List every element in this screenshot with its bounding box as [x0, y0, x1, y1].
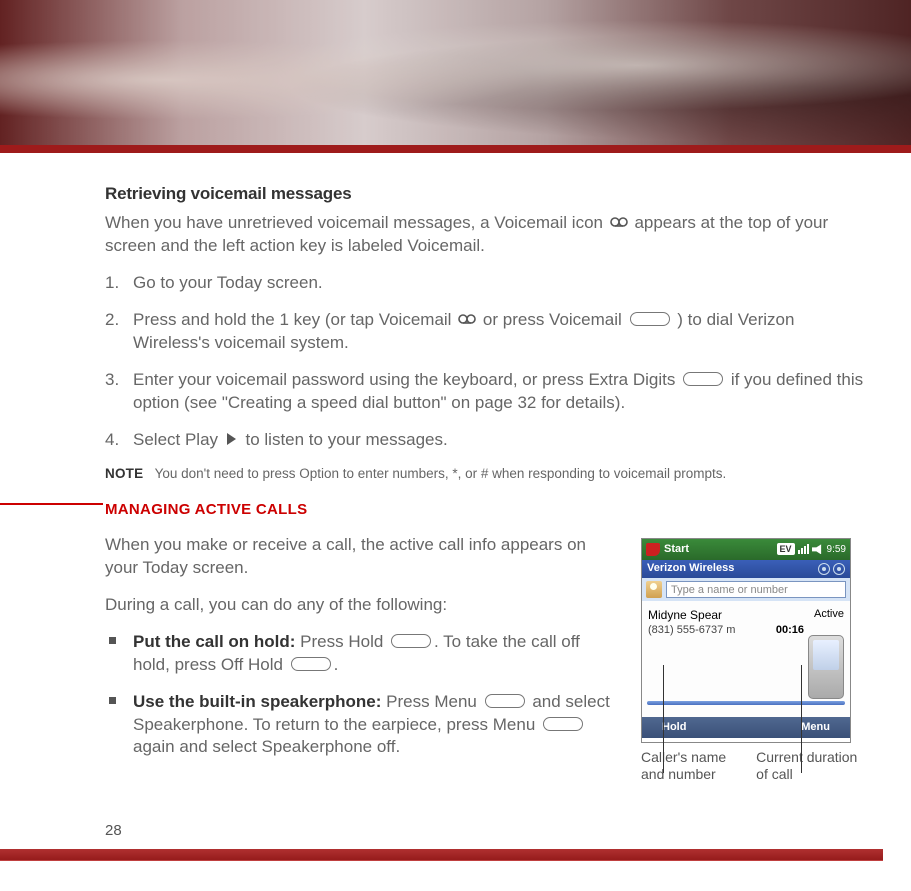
text-column: When you make or receive a call, the act… — [105, 534, 617, 784]
voicemail-icon — [610, 215, 628, 229]
cap1b: and number — [641, 766, 716, 782]
carrier-icon-2 — [833, 563, 845, 575]
softkey-menu[interactable]: Menu — [801, 720, 830, 735]
page-number: 28 — [105, 822, 122, 839]
note-text: You don't need to press Option to enter … — [155, 466, 727, 481]
cap1a: Caller's name — [641, 749, 726, 765]
speaker-icon — [812, 544, 824, 554]
step-2: Press and hold the 1 key (or tap Voicema… — [105, 309, 871, 355]
note: NOTE You don't need to press Option to e… — [105, 465, 871, 483]
step-3: Enter your voicemail password using the … — [105, 369, 871, 415]
p1: When you make or receive a call, the act… — [105, 534, 617, 580]
voicemail-softkey-icon — [630, 312, 670, 326]
b1a: Press Hold — [300, 632, 388, 651]
hold-softkey-icon — [391, 634, 431, 648]
step-2b: or press Voicemail — [483, 310, 627, 329]
bullet-hold-label: Put the call on hold: — [133, 632, 300, 651]
phone-clock: 9:59 — [827, 543, 846, 557]
menu-softkey-icon-2 — [543, 717, 583, 731]
note-label: NOTE — [105, 466, 143, 481]
hero-photo — [0, 0, 911, 145]
bullet-speakerphone: Use the built-in speakerphone: Press Men… — [105, 691, 617, 760]
caller-number: (831) 555-6737 m — [648, 623, 735, 638]
contact-icon — [646, 581, 662, 598]
start-flag-icon — [646, 543, 660, 556]
cap2b: of call — [756, 766, 793, 782]
b1c: . — [334, 655, 339, 674]
figure-captions: Caller's nameand number Current duration… — [641, 749, 871, 784]
call-duration: 00:16 — [776, 623, 804, 638]
section-rule — [0, 503, 103, 505]
two-column: When you make or receive a call, the act… — [105, 534, 871, 784]
bullet-hold: Put the call on hold: Press Hold . To ta… — [105, 631, 617, 677]
play-icon — [225, 432, 239, 446]
steps-list: Go to your Today screen. Press and hold … — [105, 272, 871, 452]
voicemail-tap-icon — [458, 312, 476, 326]
phone-screenshot: Start EV 9:59 Verizon Wireless Type a na… — [641, 538, 851, 743]
b2a: Press Menu — [386, 692, 481, 711]
page-content: Retrieving voicemail messages When you h… — [0, 153, 911, 784]
step-2a: Press and hold the 1 key (or tap Voicema… — [133, 310, 456, 329]
heading-retrieving: Retrieving voicemail messages — [105, 183, 871, 206]
step-4a: Select Play — [133, 430, 223, 449]
phone-input-row: Type a name or number — [642, 578, 850, 601]
step-1-text: Go to your Today screen. — [133, 273, 323, 292]
carrier-label: Verizon Wireless — [647, 561, 734, 576]
call-status: Active — [814, 607, 844, 622]
intro-text-a: When you have unretrieved voicemail mess… — [105, 213, 608, 232]
menu-softkey-icon — [485, 694, 525, 708]
cap2a: Current duration — [756, 749, 857, 765]
callout-line-1 — [663, 665, 664, 773]
carrier-icon-1 — [818, 563, 830, 575]
callout-line-2 — [801, 665, 802, 773]
caption-duration: Current durationof call — [756, 749, 857, 784]
bullet-spk-label: Use the built-in speakerphone: — [133, 692, 386, 711]
progress-bar — [647, 701, 845, 705]
footer-red-bar — [0, 849, 911, 861]
caller-name: Midyne Spear — [648, 607, 722, 623]
hero-red-bar — [0, 145, 911, 153]
step-1: Go to your Today screen. — [105, 272, 871, 295]
step-4b: to listen to your messages. — [246, 430, 448, 449]
phone-body: Midyne Spear Active (831) 555-6737 m 00:… — [642, 601, 850, 717]
caption-caller: Caller's nameand number — [641, 749, 726, 784]
p2: During a call, you can do any of the fol… — [105, 594, 617, 617]
step-4: Select Play to listen to your messages. — [105, 429, 871, 452]
phone-start-label: Start — [664, 543, 689, 555]
section-heading: MANAGING ACTIVE CALLS — [105, 500, 871, 520]
phone-carrier-bar: Verizon Wireless — [642, 560, 850, 578]
b2c: again and select Speakerphone off. — [133, 737, 400, 756]
offhold-softkey-icon — [291, 657, 331, 671]
phone-search-input[interactable]: Type a name or number — [666, 581, 846, 598]
extra-digits-softkey-icon — [683, 372, 723, 386]
handset-image — [808, 635, 844, 699]
phone-softkey-bar: Hold Menu — [642, 717, 850, 738]
ev-badge: EV — [777, 543, 795, 555]
signal-icon — [798, 544, 809, 554]
bullet-list: Put the call on hold: Press Hold . To ta… — [105, 631, 617, 760]
step-3a: Enter your voicemail password using the … — [133, 370, 680, 389]
intro-paragraph: When you have unretrieved voicemail mess… — [105, 212, 871, 258]
phone-start-bar: Start EV 9:59 — [642, 539, 850, 560]
figure-column: Start EV 9:59 Verizon Wireless Type a na… — [641, 534, 871, 784]
softkey-hold[interactable]: Hold — [662, 720, 686, 735]
